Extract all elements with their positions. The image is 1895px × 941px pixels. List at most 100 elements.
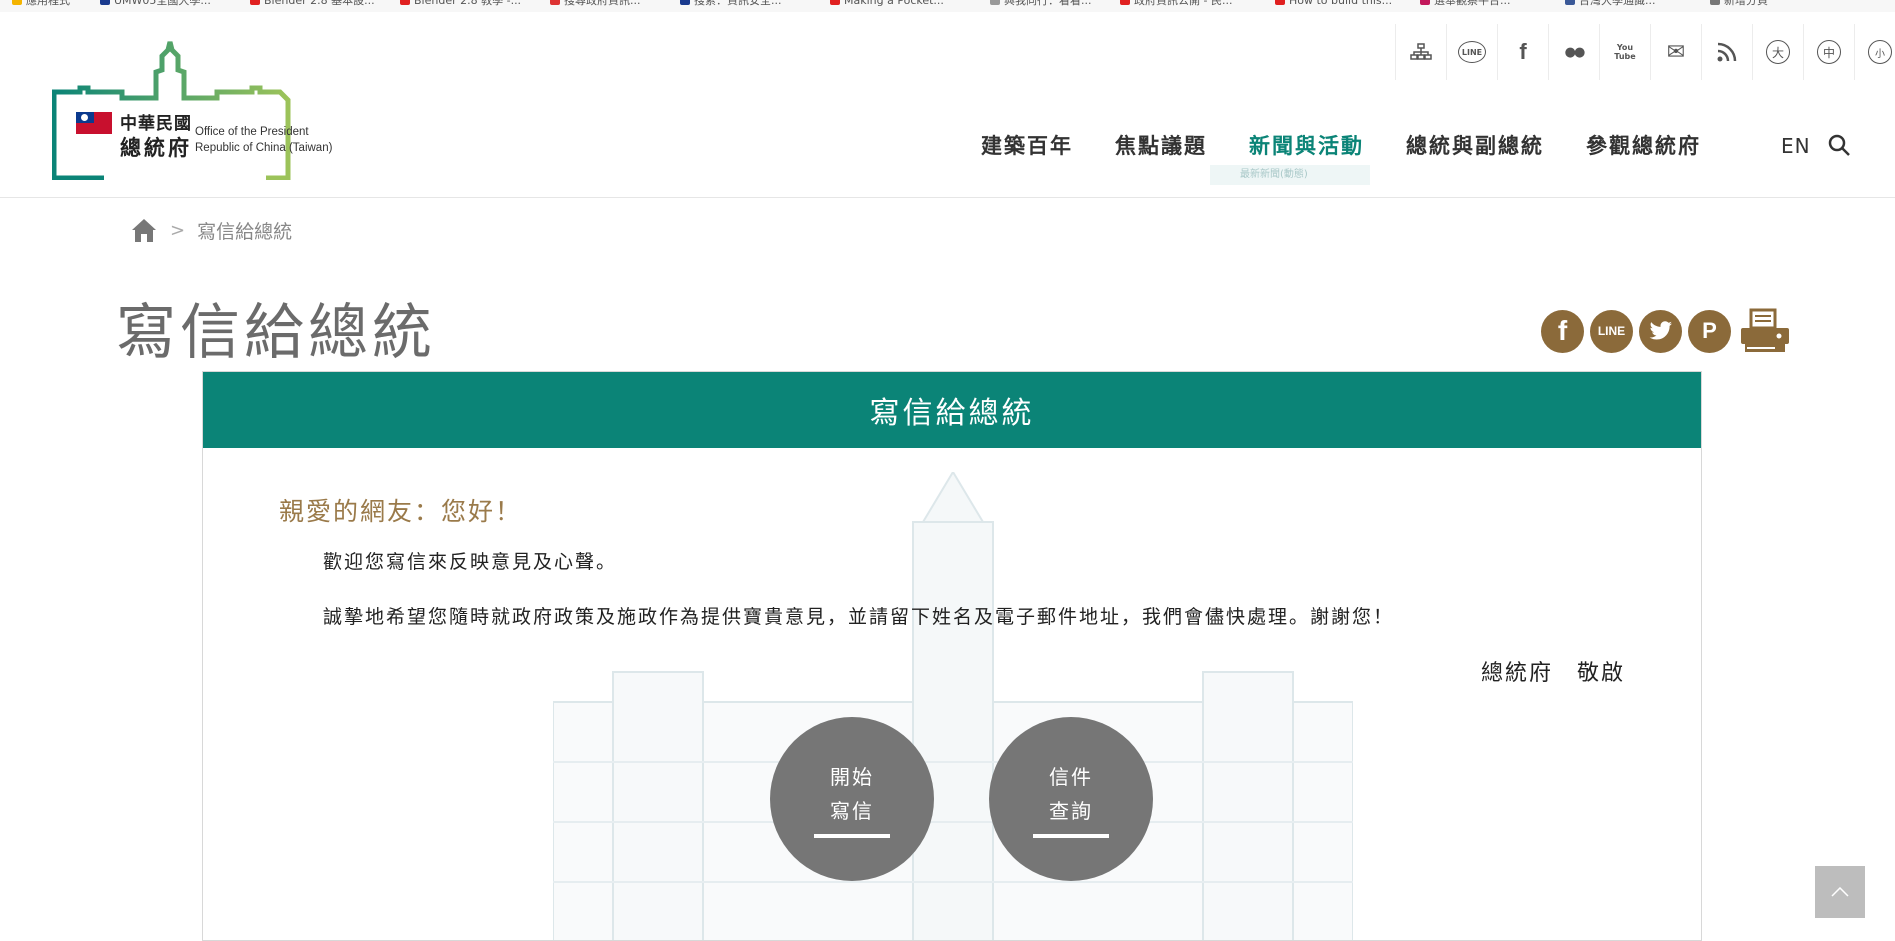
bookmark-favicon-icon: [1275, 0, 1285, 5]
bookmark-item[interactable]: 選舉觀察平台...: [1420, 0, 1511, 7]
bookmark-label: 應用程式: [26, 0, 70, 7]
share-plurk-icon[interactable]: P: [1688, 309, 1731, 353]
rss-button[interactable]: [1701, 24, 1752, 80]
bookmark-label: Blender 2.8 基本設...: [264, 0, 375, 7]
search-icon[interactable]: [1827, 133, 1851, 157]
bookmark-label: 選舉觀察平台...: [1434, 0, 1511, 7]
main-nav: 建築百年 焦點議題 新聞與活動 總統與副總統 參觀總統府: [960, 130, 1722, 160]
nav-item-focus-issues[interactable]: 焦點議題: [1094, 130, 1228, 160]
youtube-button[interactable]: You Tube: [1599, 24, 1650, 80]
font-medium-button[interactable]: 中: [1803, 24, 1854, 80]
facebook-icon: f: [1519, 39, 1527, 64]
bookmark-label: 新增分頁: [1724, 0, 1768, 7]
nav-item-news-events[interactable]: 新聞與活動: [1228, 130, 1385, 160]
bookmark-item[interactable]: Making a Pocket...: [830, 0, 944, 7]
button-underline: [814, 834, 890, 838]
bookmark-favicon-icon: [1420, 0, 1430, 5]
logo-zh-line1: 中華民國: [120, 114, 192, 134]
logo-en-line1: Office of the President: [195, 126, 309, 138]
chevron-up-icon: [1831, 887, 1849, 897]
font-small-icon: 小: [1868, 40, 1892, 64]
nav-item-visit[interactable]: 參觀總統府: [1565, 130, 1722, 160]
nav-submenu-hint[interactable]: 最新新聞(動態): [1210, 165, 1370, 185]
bookmark-item[interactable]: Blender 2.8 教學 -...: [400, 0, 522, 7]
bookmark-item[interactable]: 新增分頁: [1710, 0, 1768, 7]
breadcrumb-separator: >: [170, 219, 186, 241]
bookmark-label: 政府資訊公開 - 民...: [1134, 0, 1233, 7]
bookmark-item[interactable]: 政府資訊公開 - 民...: [1120, 0, 1233, 7]
print-icon[interactable]: [1739, 308, 1791, 354]
bookmark-item[interactable]: 搜索：資訊安全...: [680, 0, 782, 7]
bookmark-favicon-icon: [100, 0, 110, 5]
bookmark-favicon-icon: [680, 0, 690, 5]
bookmark-label: Blender 2.8 教學 -...: [414, 0, 522, 7]
bookmark-item[interactable]: 應用程式: [12, 0, 70, 7]
font-large-icon: 大: [1766, 40, 1790, 64]
nav-item-architecture[interactable]: 建築百年: [960, 130, 1094, 160]
font-medium-icon: 中: [1817, 40, 1841, 64]
share-bar: f LINE P: [1541, 308, 1791, 354]
back-to-top-button[interactable]: [1815, 866, 1865, 918]
page-title: 寫信給總統: [116, 298, 436, 368]
bookmark-label: How to build this...: [1289, 0, 1393, 7]
site-logo[interactable]: [51, 40, 352, 181]
letter-query-button[interactable]: 信件 查詢: [989, 717, 1153, 881]
bookmark-label: UMW05全國大學...: [114, 0, 211, 7]
bookmark-item[interactable]: 搜尋政府資訊...: [550, 0, 641, 7]
logo-zh-line2: 總統府: [120, 135, 192, 160]
font-small-button[interactable]: 小: [1854, 24, 1895, 80]
letter-query-line1: 信件: [1049, 765, 1093, 789]
bookmark-item[interactable]: 台灣大學通識...: [1565, 0, 1656, 7]
button-underline: [1033, 834, 1109, 838]
bookmark-favicon-icon: [830, 0, 840, 5]
language-switch[interactable]: EN: [1781, 134, 1811, 158]
presidential-building-watermark-icon: [553, 472, 1353, 940]
twitter-bird-icon: [1649, 321, 1672, 340]
bookmark-item[interactable]: 與我同行：看看...: [990, 0, 1092, 7]
bookmark-favicon-icon: [250, 0, 260, 5]
line-share-button[interactable]: LINE: [1446, 24, 1497, 80]
flickr-icon: ●●: [1564, 44, 1586, 60]
bookmark-favicon-icon: [1565, 0, 1575, 5]
bookmark-item[interactable]: Blender 2.8 基本設...: [250, 0, 375, 7]
bookmark-label: 搜尋政府資訊...: [564, 0, 641, 7]
mail-button[interactable]: ✉: [1650, 24, 1701, 80]
sitemap-button[interactable]: [1395, 24, 1446, 80]
bookmark-label: 台灣大學通識...: [1579, 0, 1656, 7]
start-writing-line2: 寫信: [830, 799, 874, 823]
youtube-icon: You Tube: [1614, 43, 1636, 61]
font-large-button[interactable]: 大: [1752, 24, 1803, 80]
write-letter-panel: 寫信給總統 親愛的網友：您好！ 歡迎您寫信來反映意見及心聲。 誠摯地希望您隨時就…: [202, 371, 1702, 941]
bookmark-favicon-icon: [12, 0, 22, 5]
bookmark-favicon-icon: [550, 0, 560, 5]
letter-query-line2: 查詢: [1049, 799, 1093, 823]
bookmark-favicon-icon: [1120, 0, 1130, 5]
bookmark-label: 搜索：資訊安全...: [694, 0, 782, 7]
site-header: 中華民國 總統府 Office of the President Republi…: [0, 12, 1895, 198]
bookmark-favicon-icon: [990, 0, 1000, 5]
flickr-button[interactable]: ●●: [1548, 24, 1599, 80]
utility-toolbar: LINE f ●● You Tube ✉ 大 中 小: [1395, 24, 1895, 82]
presidential-building-outline-icon: [51, 41, 291, 181]
bookmark-item[interactable]: UMW05全國大學...: [100, 0, 211, 7]
bookmark-label: 與我同行：看看...: [1004, 0, 1092, 7]
share-line-icon[interactable]: LINE: [1590, 309, 1633, 353]
panel-heading: 寫信給總統: [203, 372, 1701, 448]
share-twitter-icon[interactable]: [1639, 309, 1682, 353]
bookmarks-bar: 應用程式 UMW05全國大學... Blender 2.8 基本設... Blende…: [0, 0, 1895, 12]
signature-text: 總統府 敬啟: [1480, 661, 1625, 686]
facebook-button[interactable]: f: [1497, 24, 1548, 80]
start-writing-button[interactable]: 開始 寫信: [770, 717, 934, 881]
bookmark-label: Making a Pocket...: [844, 0, 944, 7]
nav-item-president-vp[interactable]: 總統與副總統: [1385, 130, 1565, 160]
taiwan-flag-icon: [76, 112, 112, 134]
home-icon[interactable]: [130, 216, 158, 244]
greeting-text: 親愛的網友：您好！: [279, 497, 523, 526]
share-facebook-icon[interactable]: f: [1541, 309, 1584, 353]
line-icon: LINE: [1458, 41, 1486, 63]
sitemap-icon: [1410, 43, 1432, 60]
bookmark-item[interactable]: How to build this...: [1275, 0, 1393, 7]
rss-icon: [1717, 42, 1737, 62]
mail-icon: ✉: [1666, 39, 1686, 65]
breadcrumb: > 寫信給總統: [130, 216, 292, 244]
